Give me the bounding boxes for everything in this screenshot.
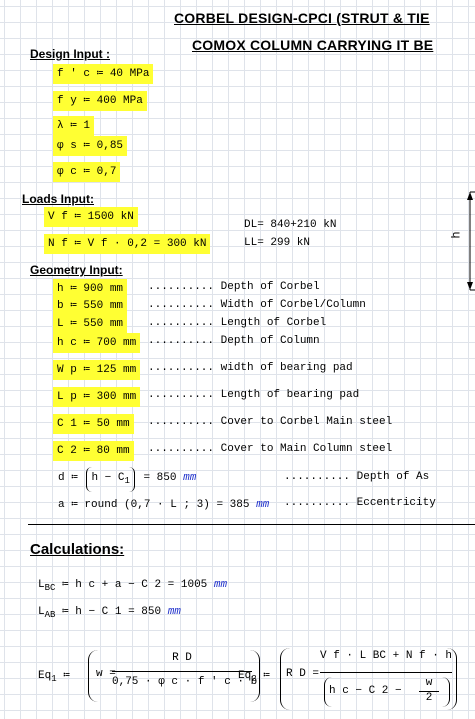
- geom-c1-expr: C 1 ≔ 50 mm: [57, 418, 130, 430]
- eq1-numerator: R D: [172, 652, 192, 664]
- geom-c2-expr: C 2 ≔ 80 mm: [57, 445, 130, 457]
- eq1-denominator: 0,75 · φ c · f ' c · b: [112, 676, 258, 688]
- dim-label-h: h: [448, 231, 463, 239]
- a-formula-expr: a ≔ round (0,7 · L ; 3) = 385: [58, 499, 250, 511]
- d-formula-unit: mm: [183, 472, 197, 484]
- eq1-label: Eq: [38, 670, 52, 682]
- dim-arrow-bottom: [467, 282, 473, 290]
- eq2-label-wrap: Eq2 ≔: [238, 668, 270, 684]
- d-formula-paren: h − C1: [86, 467, 135, 493]
- geom-hc-desc: .......... Depth of Column: [148, 335, 320, 347]
- geom-wp-expr: W p ≔ 125 mm: [57, 364, 137, 376]
- vf-expr: V f ≔ 1500 kN: [48, 211, 134, 223]
- fy-expr: f y ≔ 400 MPa: [57, 95, 143, 107]
- geom-h-expr: h ≔ 900 mm: [57, 283, 124, 295]
- nf-expr: N f ≔ V f · 0,2 = 300 kN: [48, 238, 207, 250]
- lambda-input[interactable]: λ ≔ 1: [53, 116, 95, 136]
- eq2-sub: 2: [251, 674, 257, 685]
- a-formula-unit: mm: [256, 499, 270, 511]
- d-formula: d ≔ h − C1 = 850 mm: [58, 467, 197, 493]
- vf-input[interactable]: V f ≔ 1500 kN: [44, 207, 138, 227]
- eq2-label: Eq: [238, 670, 252, 682]
- fc-input[interactable]: f ' c ≔ 40 MPa: [53, 64, 154, 84]
- phi-s-expr: φ s ≔ 0,85: [57, 140, 124, 152]
- phi-c-input[interactable]: φ c ≔ 0,7: [53, 162, 121, 182]
- eq1-fraction-bar: [112, 671, 252, 672]
- lbc-lhs: L: [38, 579, 45, 591]
- fy-input[interactable]: f y ≔ 400 MPa: [53, 91, 147, 111]
- geom-b-desc: .......... Width of Corbel/Column: [148, 299, 366, 311]
- geom-h-desc: .......... Depth of Corbel: [148, 281, 320, 293]
- lab-rhs: ≔ h − C 1 = 850: [62, 606, 162, 618]
- eq2-numerator: V f · L BC + N f · h: [320, 650, 453, 662]
- geom-c2-input[interactable]: C 2 ≔ 80 mm: [53, 441, 134, 461]
- calculations-heading: Calculations:: [30, 541, 125, 558]
- lab-lhs: L: [38, 606, 45, 618]
- nf-input[interactable]: N f ≔ V f · 0,2 = 300 kN: [44, 234, 211, 254]
- a-formula: a ≔ round (0,7 · L ; 3) = 385 mm: [58, 497, 269, 511]
- d-formula-inner: h − C: [91, 472, 125, 484]
- geom-wp-input[interactable]: W p ≔ 125 mm: [53, 360, 141, 380]
- lab-formula: LAB ≔ h − C 1 = 850 mm: [38, 604, 181, 620]
- lbc-sub: BC: [44, 583, 56, 594]
- dim-arrow-top: [467, 192, 473, 200]
- eq2-assign: ≔: [263, 670, 270, 682]
- eq1-label-wrap: Eq1 ≔: [38, 668, 70, 684]
- lab-unit: mm: [167, 606, 181, 618]
- geom-hc-expr: h c ≔ 700 mm: [57, 337, 137, 349]
- geom-lp-expr: L p ≔ 300 mm: [57, 391, 137, 403]
- eq2-den-frac-num: w: [425, 677, 433, 689]
- eq2-den-frac-den: 2: [425, 692, 433, 704]
- d-formula-sub: 1: [124, 476, 130, 487]
- eq2-fraction-bar: [320, 672, 452, 673]
- geometry-input-heading: Geometry Input:: [30, 263, 123, 277]
- eq2-lhs: R D =: [286, 668, 320, 680]
- fc-expr: f ' c ≔ 40 MPa: [57, 68, 150, 80]
- geom-c1-desc: .......... Cover to Corbel Main steel: [148, 416, 393, 428]
- eq1-sub: 1: [51, 674, 57, 685]
- d-formula-result: = 850: [143, 472, 177, 484]
- lbc-formula: LBC ≔ h c + a − C 2 = 1005 mm: [38, 577, 227, 593]
- geom-lp-input[interactable]: L p ≔ 300 mm: [53, 387, 141, 407]
- design-input-heading: Design Input :: [30, 47, 110, 61]
- geom-l-expr: L ≔ 550 mm: [57, 318, 124, 330]
- title-line-2: COMOX COLUMN CARRYING IT BE: [192, 37, 434, 53]
- lbc-rhs: ≔ h c + a − C 2 = 1005: [62, 579, 208, 591]
- dl-note: DL= 840+210 kN: [244, 219, 337, 231]
- geom-b-input[interactable]: b ≔ 550 mm: [53, 296, 128, 316]
- a-desc: .......... Eccentricity: [284, 497, 436, 509]
- geom-b-expr: b ≔ 550 mm: [57, 300, 124, 312]
- corbel-dimension-diagram: [467, 191, 475, 291]
- geom-l-input[interactable]: L ≔ 550 mm: [53, 314, 128, 334]
- lab-sub: AB: [44, 610, 56, 621]
- geom-c2-desc: .......... Cover to Main Column steel: [148, 443, 393, 455]
- lambda-expr: λ ≔ 1: [57, 120, 91, 132]
- geom-wp-desc: .......... width of bearing pad: [148, 362, 353, 374]
- lbc-unit: mm: [213, 579, 228, 591]
- section-divider: [28, 524, 475, 525]
- d-formula-pre: d ≔: [58, 472, 78, 484]
- title-line-1: CORBEL DESIGN-CPCI (STRUT & TIE: [174, 10, 430, 26]
- phi-c-expr: φ c ≔ 0,7: [57, 166, 117, 178]
- geom-hc-input[interactable]: h c ≔ 700 mm: [53, 333, 141, 353]
- geom-l-desc: .......... Length of Corbel: [148, 317, 327, 329]
- loads-input-heading: Loads Input:: [22, 192, 94, 206]
- d-desc: .......... Depth of As: [284, 471, 430, 483]
- eq1-assign: ≔: [63, 670, 70, 682]
- geom-c1-input[interactable]: C 1 ≔ 50 mm: [53, 414, 134, 434]
- eq2-den-paren: h c − C 2 − w 2: [324, 677, 450, 707]
- geom-lp-desc: .......... Length of bearing pad: [148, 389, 360, 401]
- eq2-den-pre: h c − C 2 −: [329, 685, 402, 697]
- ll-note: LL= 299 kN: [244, 237, 311, 249]
- phi-s-input[interactable]: φ s ≔ 0,85: [53, 136, 128, 156]
